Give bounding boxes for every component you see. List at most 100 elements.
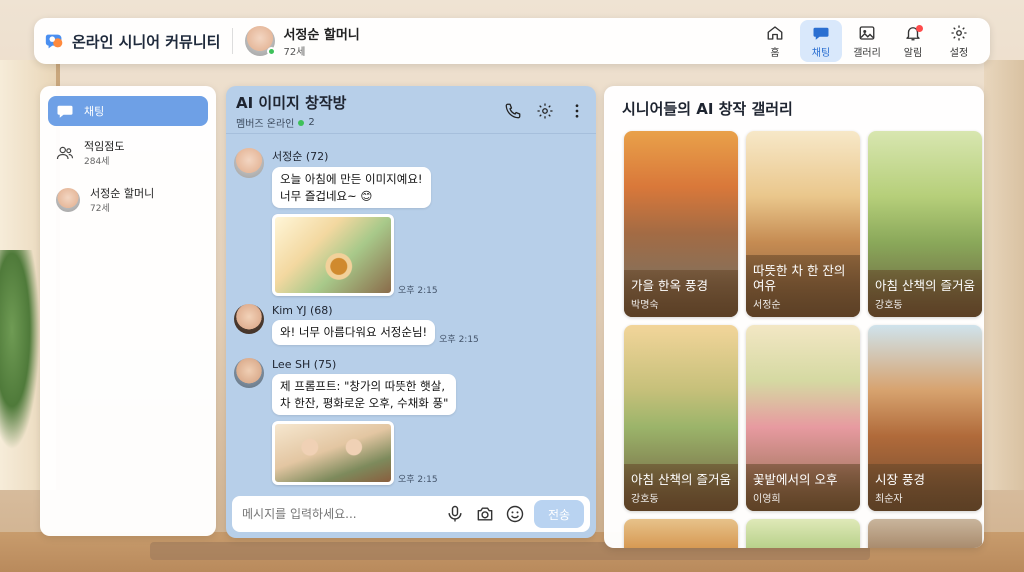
chat-members-status: 멤버즈 온라인 2 bbox=[236, 115, 346, 130]
sidebar-item-group[interactable]: 적임점도 284세 bbox=[48, 132, 208, 173]
nav-label: 알림 bbox=[903, 47, 923, 59]
online-status-dot bbox=[267, 47, 277, 56]
microphone-icon[interactable] bbox=[445, 504, 465, 524]
avatar bbox=[56, 187, 80, 212]
notification-badge bbox=[916, 25, 923, 32]
card-author: 이영희 bbox=[753, 494, 781, 505]
gallery-card[interactable]: 가을 한옥 풍경 박명숙 bbox=[624, 131, 738, 317]
members-count: 2 bbox=[308, 117, 315, 128]
user-age: 72세 bbox=[283, 47, 306, 58]
card-author: 최순자 bbox=[875, 494, 903, 505]
chat-actions bbox=[504, 102, 586, 120]
nav-chat[interactable]: 채팅 bbox=[800, 20, 842, 62]
top-bar: 온라인 시니어 커뮤니티 서정순 할머니 72세 홈 채팅 갤러리 알림 설정 bbox=[34, 18, 990, 64]
gallery-card[interactable]: 시장 풍경 최순자 bbox=[868, 325, 982, 511]
chat-message: 서정순 (72) 오늘 아침에 만든 이미지예요! 너무 즐겁네요~ 😊 오후 … bbox=[234, 148, 438, 297]
sidebar-item-sub: 284세 bbox=[84, 157, 110, 167]
brand[interactable]: 온라인 시니어 커뮤니티 bbox=[44, 30, 220, 52]
message-bubble[interactable]: 와! 너무 아름다워요 서정순님! bbox=[272, 320, 436, 345]
more-vertical-icon[interactable] bbox=[568, 102, 586, 120]
card-caption: 따뜻한 차 한 잔의 여유 서정순 bbox=[746, 254, 860, 317]
nav-notifications[interactable]: 알림 bbox=[892, 20, 934, 62]
card-caption: 가을 한옥 풍경 박명숙 bbox=[624, 270, 738, 317]
chat-title: AI 이미지 창작방 bbox=[236, 94, 347, 112]
gallery-card[interactable]: 따뜻한 차 한 잔의 여유 서정순 bbox=[746, 131, 860, 317]
nav-settings[interactable]: 설정 bbox=[938, 20, 980, 62]
sidebar-item-label: 서정순 할머니 bbox=[90, 187, 155, 200]
avatar bbox=[234, 358, 264, 388]
message-bubble[interactable]: 오늘 아침에 만든 이미지예요! 너무 즐겁네요~ 😊 bbox=[272, 167, 431, 209]
sidebar-item-label: 적임점도 bbox=[84, 140, 125, 153]
card-title: 가을 한옥 풍경 bbox=[631, 278, 708, 294]
home-icon bbox=[767, 25, 783, 40]
avatar bbox=[234, 148, 264, 178]
card-title: 꽃밭에서의 오후 bbox=[753, 472, 838, 488]
message-time: 오후 2:15 bbox=[398, 286, 438, 297]
message-sender: 서정순 (72) bbox=[272, 150, 329, 163]
gallery-icon bbox=[859, 25, 875, 40]
nav-label: 홈 bbox=[770, 47, 780, 59]
sidebar-item-label: 채팅 bbox=[84, 105, 105, 118]
nav-label: 갤러리 bbox=[853, 47, 881, 59]
card-caption: 아침 산책의 즐거움 강호동 bbox=[868, 270, 982, 317]
sidebar-item-sub: 72세 bbox=[90, 204, 110, 214]
card-caption: 시장 풍경 최순자 bbox=[868, 464, 982, 511]
background-wall bbox=[984, 60, 1024, 490]
card-title: 아침 산책의 즐거움 bbox=[631, 472, 731, 488]
card-author: 박명숙 bbox=[631, 300, 659, 311]
message-input[interactable] bbox=[242, 507, 440, 521]
sidebar-item-user[interactable]: 서정순 할머니 72세 bbox=[48, 179, 208, 220]
card-caption: 꽃밭에서의 오후 이영희 bbox=[746, 464, 860, 511]
gear-icon[interactable] bbox=[536, 102, 554, 120]
sidebar: 채팅 적임점도 284세 서정순 할머니 72세 bbox=[40, 86, 216, 536]
chat-header: AI 이미지 창작방 멤버즈 온라인 2 bbox=[226, 86, 596, 134]
user-name: 서정순 할머니 bbox=[283, 28, 360, 43]
card-caption: 아침 산책의 즐거움 강호동 bbox=[624, 464, 738, 511]
message-bubble[interactable]: 제 프롬프트: "창가의 따뜻한 햇살, 차 한잔, 평화로운 오후, 수채화 … bbox=[272, 374, 457, 416]
message-sender: Kim YJ (68) bbox=[272, 304, 333, 317]
users-icon bbox=[56, 146, 74, 159]
nav-gallery[interactable]: 갤러리 bbox=[846, 20, 888, 62]
card-title: 따뜻한 차 한 잔의 여유 bbox=[753, 262, 846, 294]
gallery-card-partial[interactable] bbox=[746, 519, 860, 548]
divider bbox=[232, 28, 234, 54]
message-sender: Lee SH (75) bbox=[272, 358, 337, 371]
chat-message: Lee SH (75) 제 프롬프트: "창가의 따뜻한 햇살, 차 한잔, 평… bbox=[234, 358, 457, 486]
emoji-icon[interactable] bbox=[505, 504, 525, 524]
gallery-card[interactable]: 아침 산책의 즐거움 강호동 bbox=[624, 325, 738, 511]
card-title: 아침 산책의 즐거움 bbox=[875, 278, 975, 294]
background-plant bbox=[0, 250, 40, 450]
nav-label: 설정 bbox=[949, 47, 969, 59]
shared-image-couple[interactable] bbox=[272, 421, 394, 486]
message-time: 오후 2:15 bbox=[439, 334, 479, 345]
gallery-title: 시니어들의 AI 창작 갤러리 bbox=[622, 100, 793, 118]
message-line: 차 한잔, 평화로운 오후, 수채화 풍" bbox=[280, 395, 449, 410]
message-line: 너무 즐겁네요~ 😊 bbox=[280, 188, 373, 203]
card-author: 강호동 bbox=[875, 300, 903, 311]
main-nav: 홈 채팅 갤러리 알림 설정 bbox=[754, 20, 980, 62]
nav-label: 채팅 bbox=[811, 47, 831, 59]
gallery-grid: 가을 한옥 풍경 박명숙 따뜻한 차 한 잔의 여유 서정순 아침 산책의 즐거… bbox=[624, 131, 982, 548]
gallery-card-partial[interactable] bbox=[868, 519, 982, 548]
chat-panel: AI 이미지 창작방 멤버즈 온라인 2 서정순 (72) 오늘 아침에 만든 … bbox=[226, 86, 596, 538]
app-logo-icon bbox=[45, 34, 63, 49]
chat-icon bbox=[57, 105, 73, 118]
sidebar-item-chat[interactable]: 채팅 bbox=[48, 96, 208, 126]
gallery-card[interactable]: 아침 산책의 즐거움 강호동 bbox=[868, 131, 982, 317]
avatar bbox=[245, 26, 277, 56]
send-button[interactable]: 전송 bbox=[534, 500, 584, 528]
shared-image-tea[interactable] bbox=[272, 214, 394, 297]
members-label: 멤버즈 온라인 bbox=[236, 119, 295, 130]
phone-icon[interactable] bbox=[504, 102, 522, 120]
message-composer: 전송 bbox=[232, 496, 590, 532]
gear-icon bbox=[951, 25, 967, 40]
user-profile[interactable]: 서정순 할머니 72세 bbox=[245, 24, 360, 58]
online-dot bbox=[298, 119, 305, 126]
message-line: 와! 너무 아름다워요 서정순님! bbox=[280, 325, 428, 339]
app-title: 온라인 시니어 커뮤니티 bbox=[72, 32, 221, 51]
camera-icon[interactable] bbox=[475, 504, 495, 524]
nav-home[interactable]: 홈 bbox=[754, 20, 796, 62]
gallery-card[interactable]: 꽃밭에서의 오후 이영희 bbox=[746, 325, 860, 511]
gallery-card-partial[interactable] bbox=[624, 519, 738, 548]
avatar bbox=[234, 304, 264, 334]
